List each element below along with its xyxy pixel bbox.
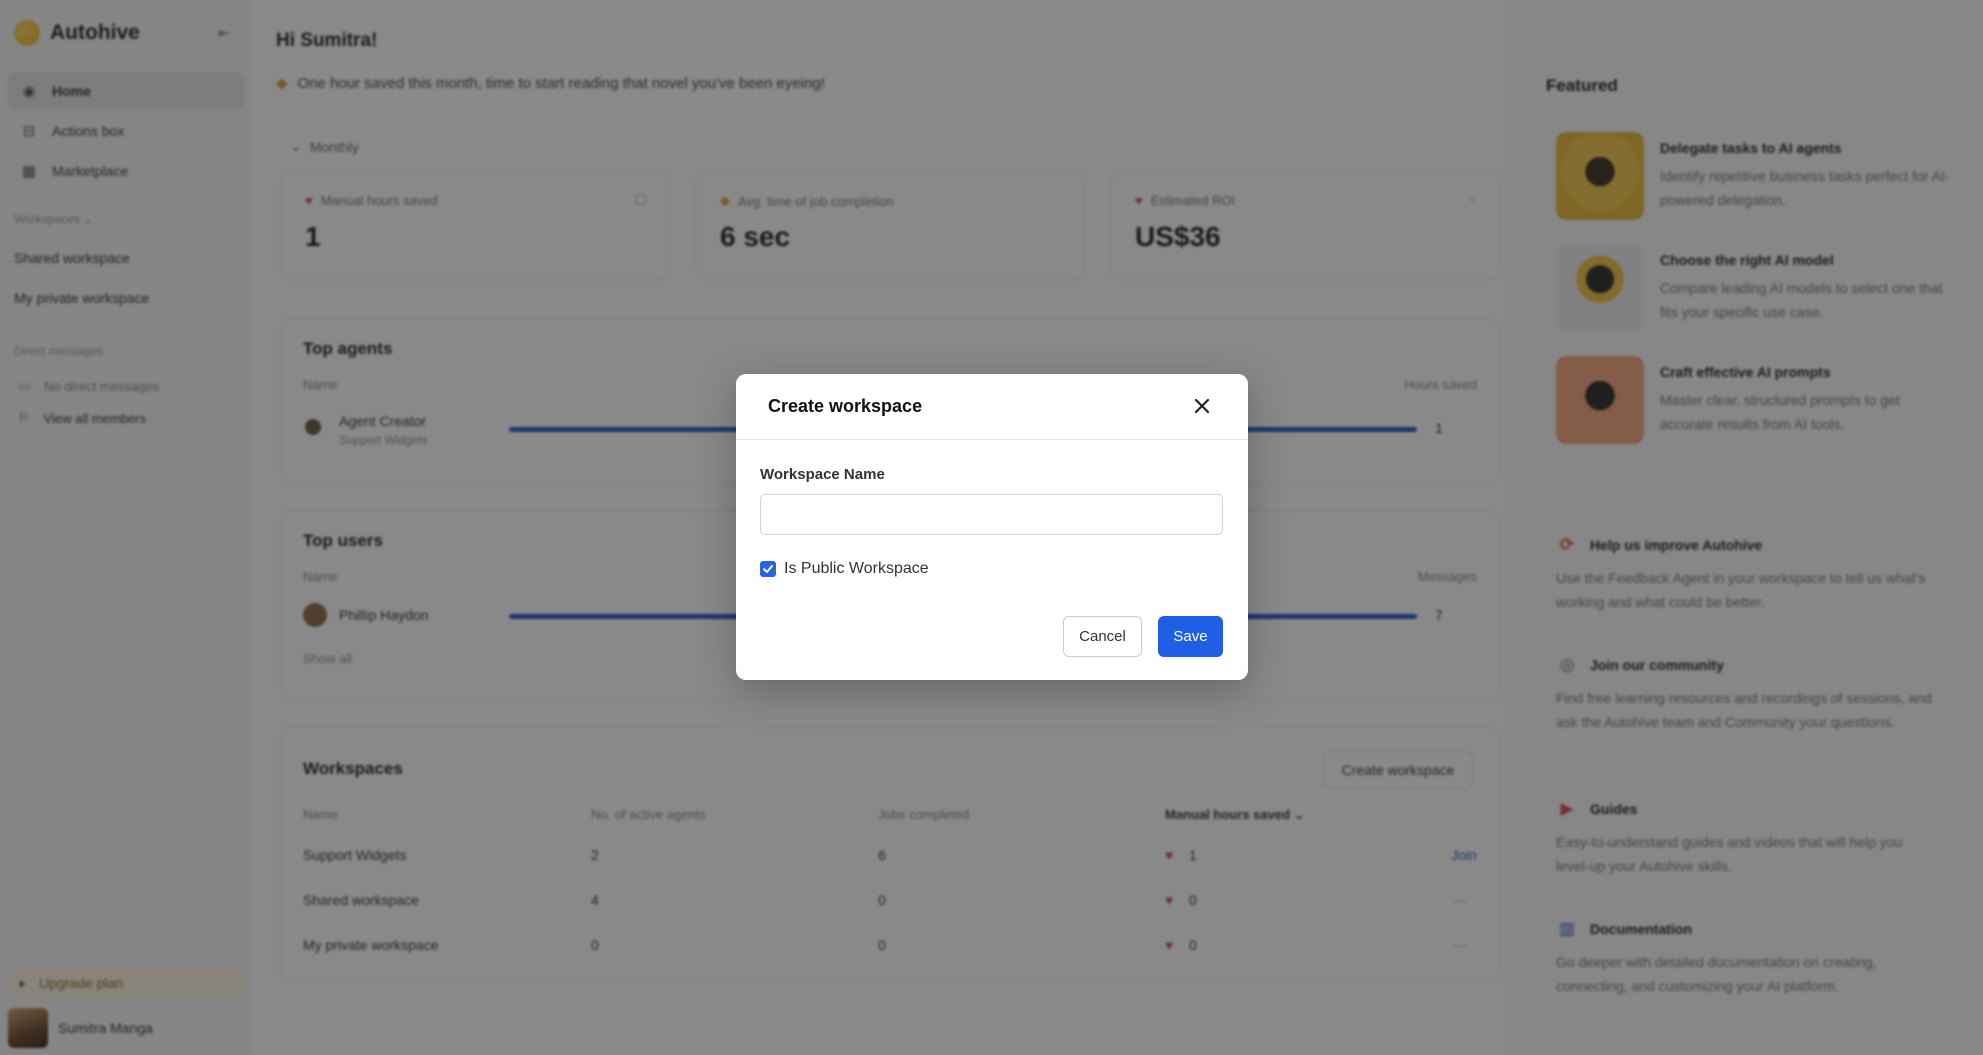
checkmark-icon [763,565,773,573]
public-workspace-label: Is Public Workspace [784,560,929,577]
workspace-name-input[interactable] [760,494,1223,535]
close-button[interactable] [1186,390,1218,422]
save-button[interactable]: Save [1158,616,1223,657]
close-icon [1194,398,1210,414]
create-workspace-dialog: Create workspace Workspace Name Is Publi… [736,374,1248,680]
public-workspace-option[interactable]: Is Public Workspace [760,560,929,578]
dialog-title: Create workspace [768,396,923,416]
dialog-header: Create workspace [736,374,1248,440]
public-workspace-checkbox[interactable] [760,561,776,577]
cancel-button[interactable]: Cancel [1063,616,1142,657]
workspace-name-label: Workspace Name [760,466,885,483]
